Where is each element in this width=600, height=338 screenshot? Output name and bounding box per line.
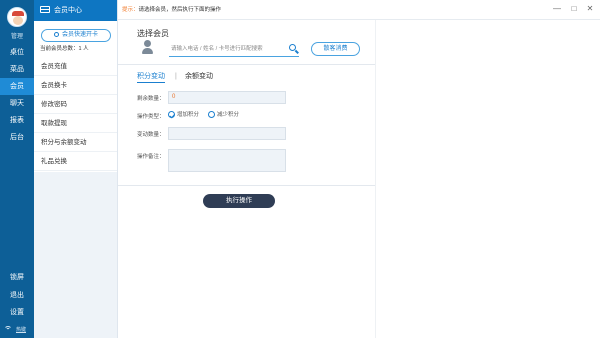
sub-item-gift-redeem[interactable]: 礼品兑换 bbox=[34, 153, 117, 171]
execute-button[interactable]: 执行操作 bbox=[203, 194, 275, 208]
sub-item-withdraw[interactable]: 取款提现 bbox=[34, 115, 117, 133]
radio-reduce-label: 减少积分 bbox=[217, 112, 240, 118]
quick-open-label: 会员快速开卡 bbox=[61, 32, 98, 38]
close-icon[interactable]: ✕ bbox=[585, 4, 595, 14]
avatar[interactable] bbox=[7, 7, 27, 27]
minimize-icon[interactable]: — bbox=[552, 4, 562, 14]
top-bar: 提示：请选择会员，然后执行下面的操作 — □ ✕ bbox=[118, 0, 600, 20]
tab-separator: | bbox=[175, 73, 177, 80]
sub-nav: 会员中心 会员快速开卡 当前会员总数：1 人 会员充值 会员换卡 修改密码 取款… bbox=[34, 0, 118, 338]
username: 管理 bbox=[10, 34, 23, 40]
sub-item-points-balance[interactable]: 积分与余额变动 bbox=[34, 134, 117, 152]
left-nav: 管理 桌位 菜品 会员 聊天 报表 后台 锁屏 退出 设置 热键 bbox=[0, 0, 34, 338]
quick-open-card-button[interactable]: 会员快速开卡 bbox=[41, 29, 111, 42]
search-icon[interactable] bbox=[288, 43, 299, 54]
sub-nav-title: 会员中心 bbox=[54, 7, 82, 14]
member-icon bbox=[141, 38, 153, 58]
sub-nav-empty-area bbox=[34, 172, 117, 338]
remark-label: 操作备注： bbox=[137, 154, 165, 160]
hint-text: 提示：请选择会员，然后执行下面的操作 bbox=[122, 0, 221, 20]
tab-balance-change[interactable]: 余额变动 bbox=[185, 71, 213, 82]
nav-item-chat[interactable]: 聊天 bbox=[0, 95, 34, 112]
exit-button[interactable]: 退出 bbox=[0, 290, 34, 300]
remaining-label: 剩余数量： bbox=[137, 96, 165, 102]
status-row: 热键 bbox=[2, 325, 32, 335]
sub-item-change-password[interactable]: 修改密码 bbox=[34, 96, 117, 114]
maximize-icon[interactable]: □ bbox=[569, 4, 579, 14]
tab-points-change[interactable]: 积分变动 bbox=[137, 71, 165, 83]
hint-message: 请选择会员，然后执行下面的操作 bbox=[138, 7, 222, 13]
change-amount-label: 变动数量： bbox=[137, 132, 165, 138]
sub-item-change-card[interactable]: 会员换卡 bbox=[34, 77, 117, 95]
nav-item-members[interactable]: 会员 bbox=[0, 78, 34, 95]
nav-item-dishes[interactable]: 菜品 bbox=[0, 61, 34, 78]
nav-item-tables[interactable]: 桌位 bbox=[0, 44, 34, 61]
hint-prefix: 提示： bbox=[122, 7, 139, 13]
radio-checked-icon bbox=[168, 111, 175, 118]
nav-item-backend[interactable]: 后台 bbox=[0, 129, 34, 146]
remark-input[interactable] bbox=[168, 149, 286, 172]
hotkey-link[interactable]: 热键 bbox=[16, 326, 26, 333]
divider bbox=[118, 64, 375, 65]
right-empty-area bbox=[375, 20, 600, 338]
radio-add-label: 增加积分 bbox=[177, 112, 200, 118]
member-count: 当前会员总数：1 人 bbox=[40, 46, 89, 52]
member-card-icon bbox=[40, 6, 50, 13]
sub-nav-header: 会员中心 bbox=[34, 0, 117, 21]
change-amount-input[interactable] bbox=[168, 127, 286, 140]
main-panel: 选择会员 散客消费 积分变动 | 余额变动 剩余数量： 0 操作类型： 增加积分… bbox=[118, 20, 375, 338]
remaining-value: 0 bbox=[168, 91, 286, 104]
member-search-input[interactable] bbox=[171, 43, 283, 55]
radio-unchecked-icon bbox=[208, 111, 215, 118]
lock-screen-button[interactable]: 锁屏 bbox=[0, 272, 34, 282]
op-type-label: 操作类型： bbox=[137, 114, 165, 120]
settings-button[interactable]: 设置 bbox=[0, 307, 34, 317]
sub-item-recharge[interactable]: 会员充值 bbox=[34, 58, 117, 76]
divider bbox=[118, 185, 375, 186]
member-search bbox=[169, 42, 299, 57]
person-add-icon bbox=[53, 31, 59, 37]
avatar-face bbox=[13, 16, 23, 25]
nav-item-reports[interactable]: 报表 bbox=[0, 112, 34, 129]
guest-consume-button[interactable]: 散客消费 bbox=[311, 42, 360, 56]
wifi-icon bbox=[4, 326, 12, 333]
